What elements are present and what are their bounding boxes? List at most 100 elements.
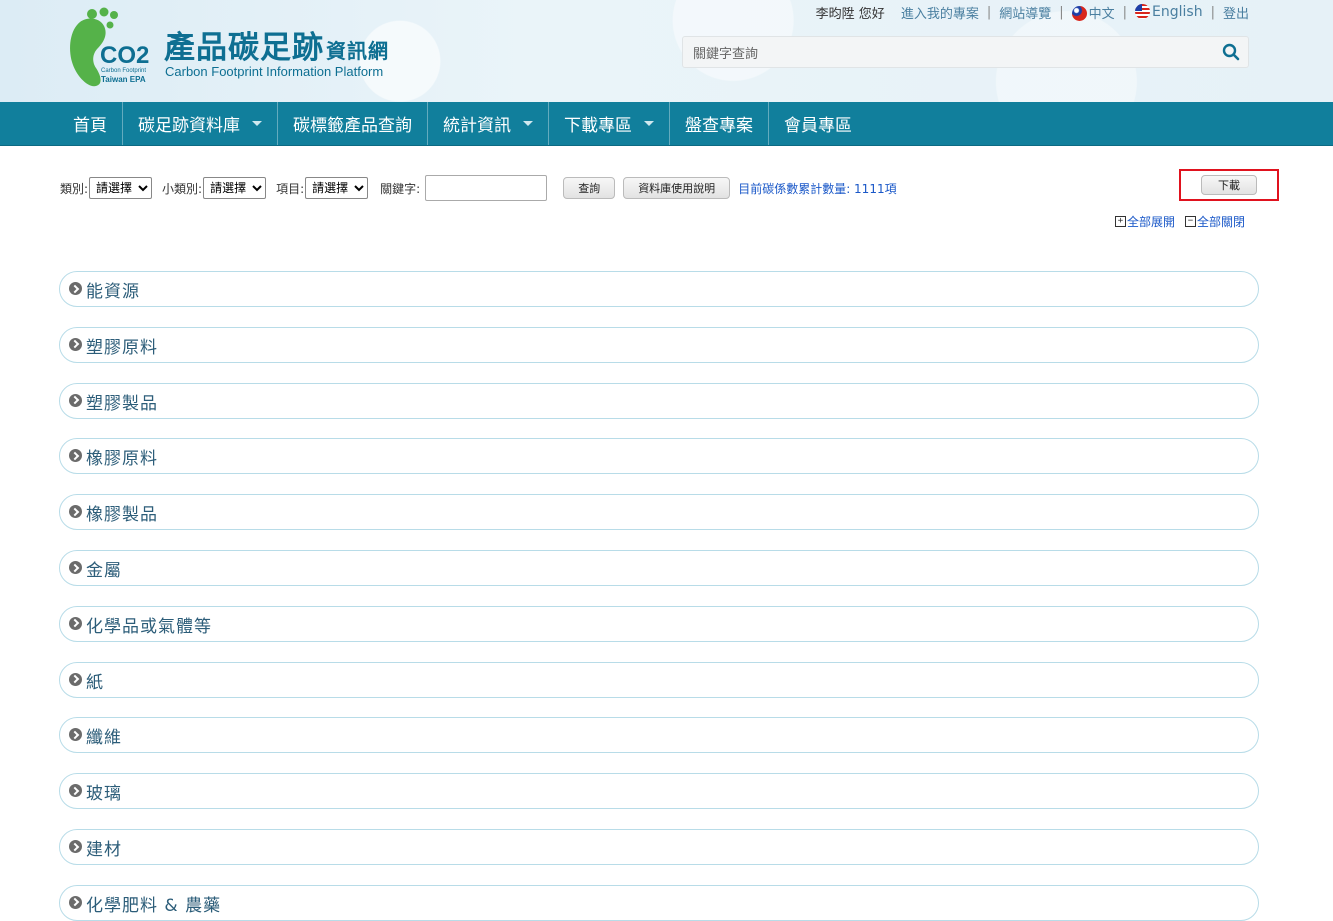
separator: | [1059, 4, 1064, 20]
main-nav-list: 首頁 碳足跡資料庫 碳標籤產品查詢 統計資訊 下載專區 盤查專案 會員專區 [0, 102, 1333, 145]
expand-all-label: 全部展開 [1127, 215, 1176, 229]
site-subtitle: Carbon Footprint Information Platform [165, 64, 384, 79]
category-label: 塑膠原料 [86, 337, 158, 358]
category-row[interactable]: 塑膠製品 [59, 382, 1259, 419]
category-row[interactable]: 玻璃 [59, 773, 1259, 810]
category-row[interactable]: 紙 [59, 661, 1259, 698]
chevron-circle-icon [69, 840, 82, 853]
nav-item-label: 盤查專案 [685, 116, 753, 136]
nav-item-label: 碳足跡資料庫 [138, 116, 240, 136]
taiwan-flag-icon [1071, 5, 1087, 21]
separator: | [1122, 4, 1128, 20]
chevron-circle-icon [69, 616, 82, 630]
chevron-circle-icon [69, 784, 82, 798]
category-select[interactable]: 請選擇 [89, 177, 153, 199]
chevron-circle-icon [69, 337, 82, 351]
expand-controls: + 全部展開 − 全部關閉 [1115, 213, 1255, 230]
subcategory-select[interactable]: 請選擇 [203, 177, 267, 199]
nav-item-label: 統計資訊 [443, 116, 511, 136]
category-label: 化學肥料 & 農藥 [86, 895, 222, 916]
item-select[interactable]: 請選擇 [305, 177, 369, 199]
chevron-circle-icon [69, 505, 82, 519]
expand-all-button[interactable]: + 全部展開 [1115, 213, 1175, 230]
nav-item-label: 碳標籤產品查詢 [293, 116, 412, 136]
category-label: 纖維 [86, 728, 122, 749]
nav-item-label: 會員專區 [784, 116, 852, 136]
user-greeting: 李昀陞 您好 [815, 6, 885, 22]
logo-small-text-1: Carbon Footprint [101, 68, 147, 74]
logo-co2-text: CO2 [100, 42, 150, 69]
lang-chinese-label: 中文 [1088, 6, 1115, 22]
category-row[interactable]: 纖維 [59, 717, 1259, 754]
top-utility-nav: 李昀陞 您好 進入我的專案 | 網站導覽 | 中文 | English | 登出 [816, 2, 1249, 22]
separator: | [986, 4, 992, 20]
category-label: 橡膠製品 [86, 505, 158, 526]
download-highlight: 下載 [1179, 169, 1279, 201]
database-manual-button[interactable]: 資料庫使用說明 [623, 177, 731, 199]
nav-item-label: 首頁 [73, 116, 107, 136]
site-title-suffix: 資訊網 [326, 39, 389, 63]
plus-box-icon: + [1115, 216, 1126, 227]
search-icon[interactable] [1222, 43, 1240, 61]
coefficient-count: 目前碳係數累計數量: 1111項 [738, 181, 897, 196]
category-label: 塑膠製品 [86, 393, 158, 414]
download-button[interactable]: 下載 [1201, 175, 1257, 195]
chevron-circle-icon [69, 282, 82, 295]
filter-bar: 類別: 請選擇 小類別: 請選擇 項目: 請選擇 關鍵字: 查詢 資料庫使用說明… [60, 175, 897, 201]
category-row[interactable]: 塑膠原料 [59, 326, 1259, 363]
minus-box-icon: − [1185, 216, 1197, 227]
logo-small-text-2: Taiwan EPA [101, 75, 146, 84]
nav-item[interactable]: 碳標籤產品查詢 [278, 102, 428, 145]
sitemap-link[interactable]: 網站導覽 [999, 3, 1051, 22]
category-row[interactable]: 建材 [59, 829, 1259, 865]
category-label: 類別: [60, 181, 89, 196]
nav-item-label: 下載專區 [564, 116, 632, 136]
category-row[interactable]: 金屬 [59, 550, 1259, 586]
category-row[interactable]: 化學品或氣體等 [59, 605, 1259, 642]
category-row[interactable]: 橡膠製品 [59, 494, 1259, 531]
category-label: 能資源 [86, 282, 140, 302]
separator: | [1210, 4, 1215, 20]
nav-item[interactable]: 統計資訊 [428, 102, 549, 145]
lang-english-link[interactable]: English [1135, 4, 1203, 20]
nav-item[interactable]: 下載專區 [549, 102, 670, 145]
us-flag-icon [1135, 4, 1151, 19]
category-label: 金屬 [86, 561, 122, 581]
item-label: 項目: [276, 181, 305, 196]
category-label: 玻璃 [86, 784, 122, 805]
keyword-label: 關鍵字: [380, 181, 421, 196]
chevron-circle-icon [69, 672, 82, 686]
category-row[interactable]: 橡膠原料 [59, 438, 1259, 475]
chevron-circle-icon [69, 728, 82, 742]
lang-chinese-link[interactable]: 中文 [1071, 3, 1115, 22]
category-row[interactable]: 能資源 [59, 271, 1259, 307]
chevron-circle-icon [69, 895, 82, 909]
main-nav: 首頁 碳足跡資料庫 碳標籤產品查詢 統計資訊 下載專區 盤查專案 會員專區 [0, 102, 1333, 146]
nav-item[interactable]: 會員專區 [769, 102, 867, 145]
caret-down-icon [644, 121, 654, 126]
keyword-input[interactable] [425, 175, 548, 201]
site-header: CO2 Carbon Footprint Taiwan EPA 產品碳足跡 資訊網… [0, 0, 1333, 102]
nav-item[interactable]: 首頁 [58, 102, 123, 145]
category-label: 紙 [86, 672, 104, 693]
collapse-all-button[interactable]: − 全部關閉 [1185, 213, 1245, 230]
logout-link[interactable]: 登出 [1223, 3, 1249, 22]
site-title[interactable]: 產品碳足跡 資訊網 [164, 22, 389, 67]
category-label: 化學品或氣體等 [86, 616, 212, 637]
site-title-main: 產品碳足跡 [164, 30, 324, 66]
site-search [682, 36, 1249, 68]
lang-english-label: English [1152, 4, 1203, 20]
query-button[interactable]: 查詢 [563, 177, 616, 199]
chevron-circle-icon [69, 561, 82, 574]
my-project-link[interactable]: 進入我的專案 [901, 3, 979, 22]
caret-down-icon [523, 121, 533, 126]
category-label: 建材 [86, 840, 122, 860]
chevron-circle-icon [69, 449, 82, 463]
category-row[interactable]: 化學肥料 & 農藥 [59, 884, 1259, 921]
category-label: 橡膠原料 [86, 449, 158, 470]
nav-item[interactable]: 碳足跡資料庫 [123, 102, 278, 145]
subcategory-label: 小類別: [162, 181, 203, 196]
chevron-circle-icon [69, 393, 82, 407]
nav-item[interactable]: 盤查專案 [670, 102, 769, 145]
search-input[interactable] [691, 43, 1215, 65]
